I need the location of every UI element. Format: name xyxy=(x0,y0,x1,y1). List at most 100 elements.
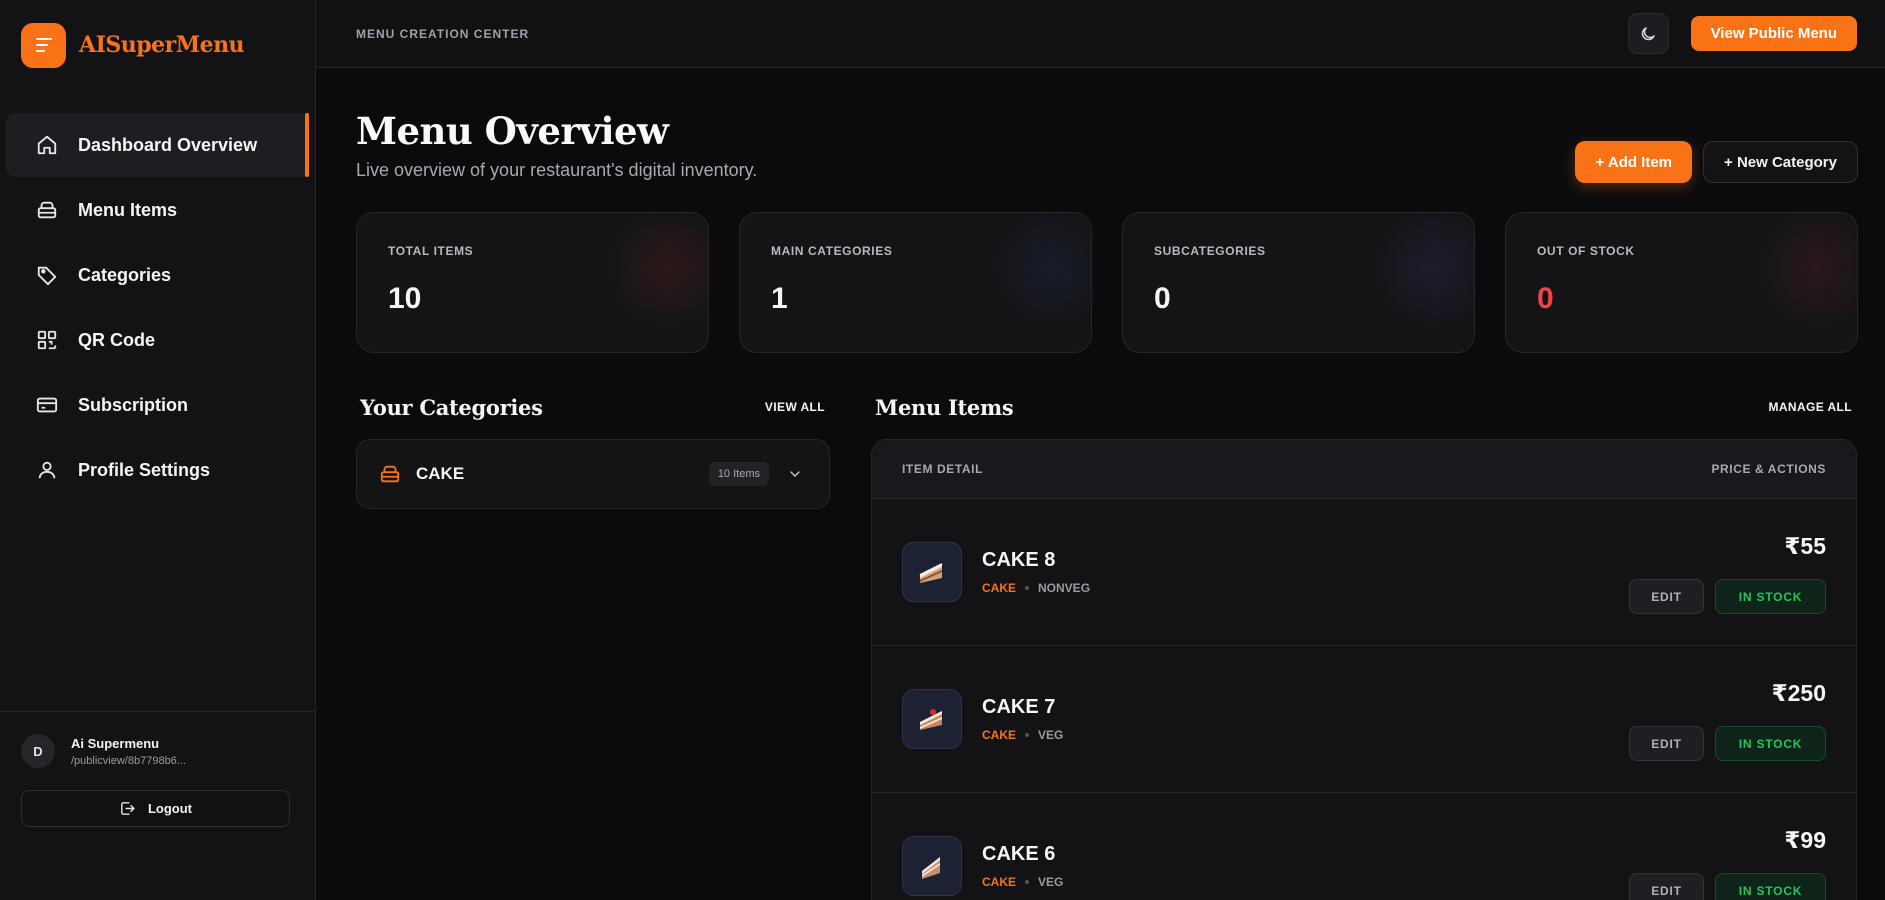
sidebar-nav: Dashboard Overview Menu Items Categories… xyxy=(0,113,315,502)
item-info: CAKE 7 CAKE VEG xyxy=(982,696,1063,742)
user-icon xyxy=(38,461,56,479)
category-card[interactable]: CAKE 10 Items xyxy=(356,439,830,509)
item-tags: CAKE VEG xyxy=(982,875,1063,889)
section-title: Your Categories xyxy=(360,394,543,420)
sidebar-item-menu-items[interactable]: Menu Items xyxy=(6,178,305,242)
brand-name: AISuperMenu xyxy=(79,32,245,58)
manage-all-link[interactable]: MANAGE ALL xyxy=(1768,400,1852,414)
sidebar-item-label: Menu Items xyxy=(78,199,178,220)
stat-value: 10 xyxy=(388,282,422,315)
item-diet-tag: VEG xyxy=(1038,728,1064,742)
item-price: ₹99 xyxy=(1784,827,1826,853)
stat-card-out-of-stock: OUT OF STOCK 0 xyxy=(1505,212,1858,353)
section-header: Your Categories VIEW ALL xyxy=(356,391,830,423)
sidebar-item-categories[interactable]: Categories xyxy=(6,243,305,307)
stat-card-total-items: TOTAL ITEMS 10 xyxy=(356,212,709,353)
app-root: AISuperMenu Dashboard Overview Menu Item… xyxy=(0,0,1885,900)
stat-value: 0 xyxy=(1537,282,1554,315)
column-header-item-detail: ITEM DETAIL xyxy=(902,462,984,476)
table-row: CAKE 8 CAKE NONVEG ₹55 EDIT IN STOCK xyxy=(872,499,1856,646)
separator-dot xyxy=(1025,880,1030,884)
user-meta: Ai Supermenu /publicview/8b7798b6... xyxy=(71,736,186,767)
item-price: ₹250 xyxy=(1771,680,1826,706)
sidebar: AISuperMenu Dashboard Overview Menu Item… xyxy=(0,0,316,900)
new-category-button[interactable]: + New Category xyxy=(1703,141,1858,183)
separator-dot xyxy=(1025,733,1030,737)
separator-dot xyxy=(1025,586,1030,590)
user-public-path: /publicview/8b7798b6... xyxy=(71,754,186,767)
sidebar-item-dashboard[interactable]: Dashboard Overview xyxy=(6,113,309,177)
page-header: Menu Overview + Add Item + New Category xyxy=(356,68,1858,222)
cake-slice-icon xyxy=(922,857,940,879)
cake-thumbnail-image xyxy=(902,689,962,749)
table-header: ITEM DETAIL PRICE & ACTIONS xyxy=(872,440,1856,499)
item-category-tag: CAKE xyxy=(982,875,1017,889)
stock-toggle-button[interactable]: IN STOCK xyxy=(1715,726,1826,761)
item-price: ₹55 xyxy=(1784,533,1826,559)
stock-toggle-button[interactable]: IN STOCK xyxy=(1715,579,1826,614)
menu-lines-icon xyxy=(21,22,66,68)
stat-label: TOTAL ITEMS xyxy=(388,244,474,258)
stat-label: SUBCATEGORIES xyxy=(1154,244,1266,258)
topbar: MENU CREATION CENTER View Public Menu xyxy=(316,0,1885,68)
brand[interactable]: AISuperMenu xyxy=(0,0,315,90)
stats-row: TOTAL ITEMS 10 MAIN CATEGORIES 1 SUBCATE… xyxy=(356,212,1858,353)
edit-button[interactable]: EDIT xyxy=(1629,873,1704,900)
tag-icon xyxy=(37,266,57,286)
home-icon xyxy=(37,135,57,155)
avatar: D xyxy=(21,734,55,768)
topbar-title: MENU CREATION CENTER xyxy=(356,26,530,41)
content: Menu Overview + Add Item + New Category … xyxy=(316,68,1885,900)
sidebar-item-label: Subscription xyxy=(78,394,189,415)
header-actions: + Add Item + New Category xyxy=(1575,141,1858,183)
section-header: Menu Items MANAGE ALL xyxy=(871,391,1857,423)
item-tags: CAKE NONVEG xyxy=(982,581,1090,595)
edit-button[interactable]: EDIT xyxy=(1629,579,1704,614)
item-category-tag: CAKE xyxy=(982,581,1017,595)
chevron-down-icon[interactable] xyxy=(787,466,803,482)
menu-box-icon xyxy=(380,465,400,483)
logout-icon xyxy=(121,802,135,815)
item-name: CAKE 6 xyxy=(982,843,1056,865)
stock-toggle-button[interactable]: IN STOCK xyxy=(1715,873,1826,900)
edit-button[interactable]: EDIT xyxy=(1629,726,1704,761)
view-all-link[interactable]: VIEW ALL xyxy=(765,400,825,414)
stat-card-main-categories: MAIN CATEGORIES 1 xyxy=(739,212,1092,353)
item-actions: EDIT IN STOCK xyxy=(1629,873,1826,900)
menu-items-table: ITEM DETAIL PRICE & ACTIONS CAKE 8 CAKE xyxy=(871,439,1857,900)
item-info: CAKE 6 CAKE VEG xyxy=(982,843,1063,889)
main-area: MENU CREATION CENTER View Public Menu Me… xyxy=(316,0,1885,900)
item-info: CAKE 8 CAKE NONVEG xyxy=(982,549,1090,595)
stat-label: OUT OF STOCK xyxy=(1537,244,1635,258)
qr-code-icon xyxy=(37,330,57,350)
sidebar-item-qr-code[interactable]: QR Code xyxy=(6,308,305,372)
category-count-badge: 10 Items xyxy=(708,462,769,486)
logout-button[interactable]: Logout xyxy=(21,790,290,827)
menu-box-icon xyxy=(37,201,57,219)
page-subtitle: Live overview of your restaurant's digit… xyxy=(356,160,758,180)
moon-icon xyxy=(1641,26,1655,40)
menu-items-panel: Menu Items MANAGE ALL ITEM DETAIL PRICE … xyxy=(871,391,1857,900)
column-header-price-actions: PRICE & ACTIONS xyxy=(1711,462,1826,476)
view-public-menu-button[interactable]: View Public Menu xyxy=(1690,16,1857,51)
cake-thumbnail-image xyxy=(902,836,962,896)
item-name: CAKE 7 xyxy=(982,696,1056,718)
table-row: CAKE 6 CAKE VEG ₹99 EDIT IN STOCK xyxy=(872,793,1856,900)
sidebar-item-profile-settings[interactable]: Profile Settings xyxy=(6,438,305,502)
sidebar-item-label: Profile Settings xyxy=(78,459,211,480)
sidebar-item-label: Categories xyxy=(78,264,172,285)
stat-card-subcategories: SUBCATEGORIES 0 xyxy=(1122,212,1475,353)
sidebar-item-subscription[interactable]: Subscription xyxy=(6,373,305,437)
table-row: CAKE 7 CAKE VEG ₹250 EDIT IN STOCK xyxy=(872,646,1856,793)
category-name: CAKE xyxy=(416,464,465,483)
stat-value: 0 xyxy=(1154,282,1171,315)
cake-thumbnail-image xyxy=(902,542,962,602)
item-tags: CAKE VEG xyxy=(982,728,1063,742)
theme-toggle-button[interactable] xyxy=(1627,13,1669,54)
sidebar-item-label: Dashboard Overview xyxy=(78,134,258,155)
section-title: Menu Items xyxy=(875,394,1014,420)
add-item-button[interactable]: + Add Item xyxy=(1575,141,1693,183)
user-profile[interactable]: D Ai Supermenu /publicview/8b7798b6... xyxy=(21,732,294,770)
item-actions: EDIT IN STOCK xyxy=(1629,726,1826,761)
item-name: CAKE 8 xyxy=(982,549,1056,571)
